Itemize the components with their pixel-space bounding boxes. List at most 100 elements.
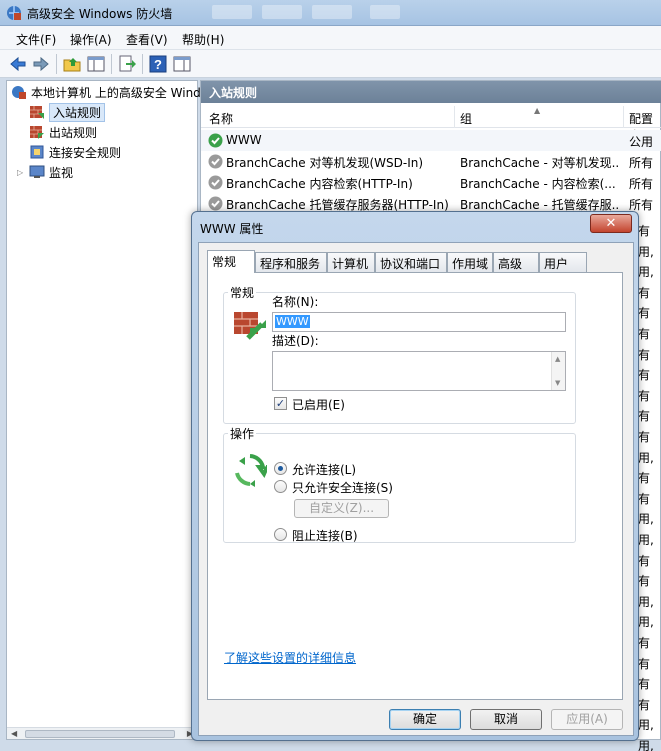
tab-scope[interactable]: 作用域 — [447, 252, 493, 272]
clipped-profile-cell: 有 — [638, 491, 651, 506]
window-titlebar[interactable]: 高级安全 Windows 防火墙 — [0, 0, 661, 26]
tree-item-outbound-rules[interactable]: 出站规则 — [29, 123, 97, 141]
scroll-thumb[interactable] — [25, 730, 175, 738]
tree-root[interactable]: 本地计算机 上的高级安全 Windows — [11, 83, 224, 101]
learn-more-link[interactable]: 了解这些设置的详细信息 — [224, 649, 356, 666]
close-icon: ✕ — [605, 216, 617, 231]
allow-secure-only-label: 只允许安全连接(S) — [292, 481, 393, 495]
clipped-profile-cell: 用, — [638, 512, 654, 527]
menu-bar: 文件(F) 操作(A) 查看(V) 帮助(H) — [0, 26, 661, 50]
clipped-profile-cell: 有 — [638, 224, 651, 238]
clipped-profile-cell: 有 — [638, 306, 651, 321]
toolbar-separator — [111, 54, 112, 74]
allow-secure-only-radio[interactable] — [274, 480, 287, 493]
general-tab-panel: 常规 名称(N): WWW 描述(D): ▲ ▼ ✓ 已启用(E) 操作 允许连… — [207, 272, 623, 700]
column-header-name[interactable]: 名称 — [209, 110, 233, 127]
customize-button[interactable]: 自定义(Z)... — [294, 499, 389, 518]
block-connection-label: 阻止连接(B) — [292, 529, 358, 543]
block-connection-radio[interactable] — [274, 528, 287, 541]
clipped-profile-cell: 有 — [638, 574, 651, 589]
clipped-profile-cell: 有 — [638, 388, 651, 403]
description-scrollbar[interactable]: ▲ ▼ — [551, 352, 565, 390]
show-hide-tree-icon[interactable] — [86, 54, 106, 74]
clipped-profile-cell: 用, — [638, 265, 654, 280]
disabled-rule-icon — [208, 175, 223, 190]
clipped-profile-cell: 有 — [638, 697, 651, 712]
tab-protocols-ports[interactable]: 协议和端口 — [375, 252, 447, 272]
help-icon[interactable]: ? — [148, 54, 168, 74]
tree-item-monitoring[interactable]: ▷ 监视 — [17, 163, 73, 181]
scroll-up-icon[interactable]: ▲ — [555, 355, 560, 363]
clipped-profile-cell: 有 — [638, 327, 651, 341]
toolbar: ? — [0, 50, 661, 78]
table-row[interactable]: BranchCache 内容检索(HTTP-In) BranchCache - … — [201, 172, 661, 193]
background-tab — [262, 5, 302, 19]
tree-item-label: 出站规则 — [49, 125, 98, 140]
close-button[interactable]: ✕ — [590, 214, 632, 233]
firewall-app-icon — [7, 6, 21, 20]
table-row[interactable]: WWW 公用 — [201, 130, 661, 151]
allow-connection-label: 允许连接(L) — [292, 463, 357, 477]
export-icon[interactable] — [117, 54, 137, 74]
ok-button[interactable]: 确定 — [389, 709, 461, 730]
menu-action[interactable]: 操作(A) — [70, 31, 112, 48]
dialog-body: 常规 程序和服务 计算机 协议和端口 作用域 高级 用户 常规 名称(N): W… — [198, 242, 634, 736]
rule-group: BranchCache - 对等机发现... — [460, 156, 620, 170]
scroll-left-icon[interactable]: ◀ — [11, 729, 17, 738]
tab-advanced[interactable]: 高级 — [493, 252, 539, 272]
disabled-rule-icon — [208, 196, 223, 211]
outbound-rules-icon — [30, 126, 44, 139]
menu-help[interactable]: 帮助(H) — [182, 31, 224, 48]
rule-profile: 所有 — [629, 156, 654, 170]
toolbar-separator — [142, 54, 143, 74]
menu-file[interactable]: 文件(F) — [16, 31, 56, 48]
connection-security-icon — [30, 145, 44, 159]
name-input[interactable]: WWW — [272, 312, 566, 332]
apply-button[interactable]: 应用(A) — [551, 709, 623, 730]
enabled-checkbox[interactable]: ✓ — [274, 397, 287, 410]
description-input[interactable]: ▲ ▼ — [272, 351, 566, 391]
rules-pane-title: 入站规则 — [201, 81, 661, 103]
column-separator[interactable] — [623, 106, 624, 128]
tab-computers[interactable]: 计算机 — [327, 252, 375, 272]
rule-group: BranchCache - 内容检索(... — [460, 177, 616, 191]
cancel-button[interactable]: 取消 — [470, 709, 542, 730]
svg-text:?: ? — [154, 57, 162, 72]
tree-item-connection-security-rules[interactable]: 连接安全规则 — [29, 143, 121, 161]
navigation-tree: 本地计算机 上的高级安全 Windows 入站规则 出站规则 连接安全规则 ▷ … — [6, 80, 224, 740]
inbound-rules-icon — [30, 106, 44, 119]
clipped-profile-cell: 有 — [638, 471, 651, 486]
enabled-label: 已启用(E) — [292, 398, 345, 412]
rule-name: WWW — [226, 133, 262, 147]
clipped-profile-cell: 有 — [638, 677, 651, 692]
expand-triangle-icon[interactable]: ▷ — [17, 168, 25, 177]
clipped-profile-cell: 有 — [638, 430, 651, 444]
background-tab — [212, 5, 252, 19]
action-group-title: 操作 — [228, 425, 257, 442]
column-header-group[interactable]: 组 — [460, 110, 472, 127]
tree-horizontal-scrollbar[interactable]: ◀ ▶ — [7, 727, 197, 739]
dialog-title: WWW 属性 — [200, 222, 264, 236]
tree-item-label: 入站规则 — [49, 102, 106, 122]
tree-root-label: 本地计算机 上的高级安全 Windows — [31, 85, 225, 100]
clipped-profile-cell: 有 — [638, 368, 651, 383]
table-row[interactable]: BranchCache 对等机发现(WSD-In) BranchCache - … — [201, 151, 661, 172]
menu-view[interactable]: 查看(V) — [126, 31, 168, 48]
allow-connection-radio[interactable] — [274, 462, 287, 475]
rule-name: BranchCache 内容检索(HTTP-In) — [226, 177, 413, 191]
clipped-profile-cell: 用, — [638, 594, 654, 609]
tree-item-inbound-rules[interactable]: 入站规则 — [29, 102, 106, 122]
tab-programs-services[interactable]: 程序和服务 — [255, 252, 327, 272]
show-action-pane-icon[interactable] — [172, 54, 192, 74]
back-arrow-icon[interactable] — [8, 54, 28, 74]
clipped-profile-cell: 有 — [638, 553, 651, 568]
column-separator[interactable] — [454, 106, 455, 128]
clipped-profile-cell: 有 — [638, 409, 651, 424]
monitor-icon — [29, 165, 45, 178]
tab-general[interactable]: 常规 — [207, 250, 255, 273]
up-folder-icon[interactable] — [62, 54, 82, 74]
scroll-down-icon[interactable]: ▼ — [555, 379, 560, 387]
tree-item-label: 监视 — [49, 165, 74, 180]
tab-users[interactable]: 用户 — [539, 252, 587, 272]
forward-arrow-icon[interactable] — [31, 54, 51, 74]
